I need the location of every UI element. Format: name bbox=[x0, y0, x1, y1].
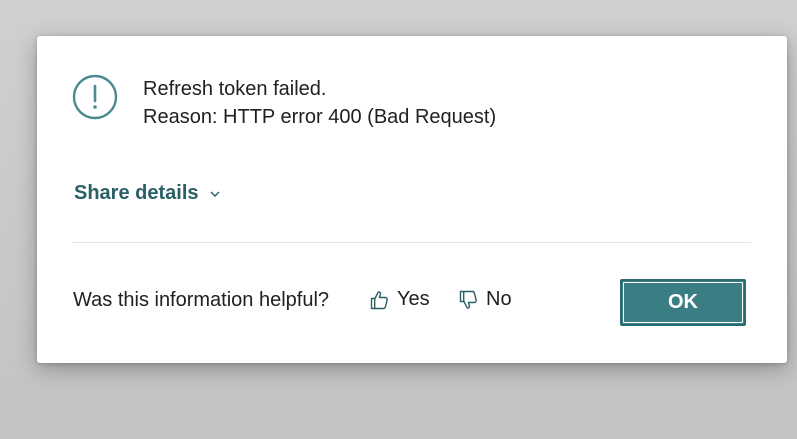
error-dialog: Refresh token failed. Reason: HTTP error… bbox=[37, 36, 787, 363]
ok-button[interactable]: OK bbox=[620, 279, 746, 326]
feedback-yes-button[interactable]: Yes bbox=[368, 288, 430, 311]
error-reason-line: Reason: HTTP error 400 (Bad Request) bbox=[143, 106, 497, 128]
exclamation-circle-icon bbox=[72, 74, 118, 120]
thumbs-up-icon bbox=[370, 290, 388, 309]
feedback-no-button[interactable]: No bbox=[457, 288, 512, 311]
error-message: Refresh token failed. Reason: HTTP error… bbox=[143, 75, 496, 131]
share-details-label: Share details bbox=[74, 182, 199, 204]
feedback-question: Was this information helpful? bbox=[73, 289, 330, 311]
error-message-line: Refresh token failed. bbox=[143, 78, 327, 100]
ok-button-label: OK bbox=[668, 291, 698, 313]
divider bbox=[72, 242, 751, 243]
chevron-down-icon bbox=[210, 191, 220, 197]
feedback-no-label: No bbox=[486, 288, 512, 310]
thumbs-down-icon bbox=[459, 290, 477, 309]
feedback-yes-label: Yes bbox=[397, 288, 430, 310]
share-details-toggle[interactable]: Share details bbox=[74, 182, 221, 205]
